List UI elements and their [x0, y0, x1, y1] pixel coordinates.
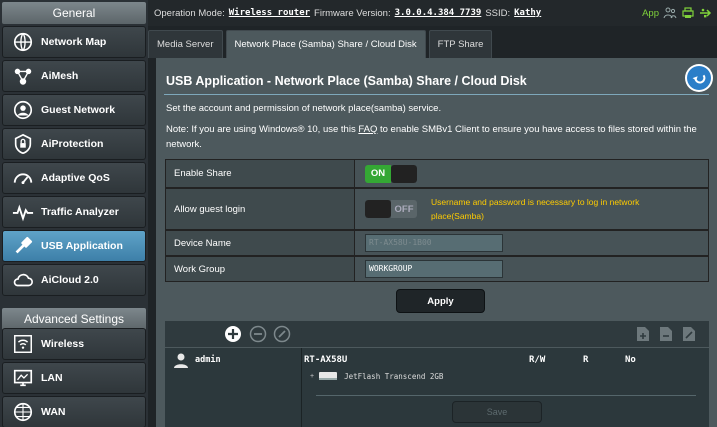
op-mode-link[interactable]: Wireless router	[229, 8, 310, 18]
drive-icon	[319, 372, 338, 380]
sidebar-item-label: Adaptive QoS	[41, 172, 110, 184]
sidebar-item-label: WAN	[41, 406, 66, 418]
network-map-icon	[11, 30, 35, 54]
app-link[interactable]: App	[642, 8, 659, 19]
enable-share-toggle[interactable]: ON	[365, 164, 417, 183]
sidebar-item-network-map[interactable]: Network Map	[2, 26, 146, 58]
drive-tree-item[interactable]: + JetFlash Transcend 2GB	[310, 370, 443, 382]
tab-ftp-share[interactable]: FTP Share	[428, 30, 493, 58]
device-name-input[interactable]: RT-AX58U-1B00	[365, 234, 503, 252]
printer-icon[interactable]	[681, 6, 695, 20]
share-toolbar	[165, 321, 709, 347]
tab-bar: Media Server Network Place (Samba) Share…	[148, 30, 495, 58]
add-user-icon[interactable]	[224, 325, 242, 348]
op-mode-label: Operation Mode:	[154, 7, 225, 19]
sidebar-item-aiprotection[interactable]: AiProtection	[2, 128, 146, 160]
gauge-icon	[11, 166, 35, 190]
firmware-link[interactable]: 3.0.0.4.384_7739	[395, 8, 482, 18]
sidebar-item-wireless[interactable]: Wireless	[2, 328, 146, 360]
sidebar-item-label: LAN	[41, 372, 63, 384]
sidebar-item-lan[interactable]: LAN	[2, 362, 146, 394]
globe-icon	[11, 400, 35, 424]
sidebar-item-traffic-analyzer[interactable]: Traffic Analyzer	[2, 196, 146, 228]
sidebar-item-label: Guest Network	[41, 104, 116, 116]
add-folder-icon[interactable]	[635, 326, 651, 347]
ssid-link[interactable]: Kathy	[514, 8, 541, 18]
sidebar-item-label: AiMesh	[41, 70, 79, 82]
main-panel: USB Application - Network Place (Samba) …	[156, 58, 717, 427]
perm-col-r: R	[583, 355, 589, 365]
guest-login-label: Allow guest login	[166, 189, 355, 229]
usb-icon	[11, 234, 35, 258]
edit-user-icon[interactable]	[273, 325, 291, 348]
apply-button[interactable]: Apply	[396, 289, 485, 313]
user-list-item[interactable]: admin	[173, 352, 221, 368]
drive-divider	[316, 395, 696, 396]
description-text: Set the account and permission of networ…	[166, 103, 442, 114]
work-group-input[interactable]: WORKGROUP	[365, 260, 503, 278]
drive-name: JetFlash Transcend 2GB	[344, 371, 444, 381]
sidebar: General Network Map AiMesh Guest Network…	[0, 0, 148, 427]
guest-network-icon	[11, 98, 35, 122]
pulse-icon	[11, 200, 35, 224]
remove-user-icon[interactable]	[249, 325, 267, 348]
wifi-icon	[11, 332, 35, 356]
guest-login-toggle[interactable]: OFF	[365, 200, 417, 218]
sidebar-item-aimesh[interactable]: AiMesh	[2, 60, 146, 92]
sidebar-item-usb-application[interactable]: USB Application	[2, 230, 146, 262]
note-text: Note: If you are using Windows® 10, use …	[166, 124, 697, 150]
guest-login-row: Allow guest login OFF Username and passw…	[165, 188, 709, 230]
delete-folder-icon[interactable]	[658, 326, 674, 347]
user-icon	[174, 353, 188, 368]
usb-status-icon[interactable]	[699, 6, 713, 20]
device-name-row: Device Name RT-AX58U-1B00	[165, 230, 709, 256]
enable-share-label: Enable Share	[166, 160, 355, 187]
user-name: admin	[195, 355, 221, 365]
edit-folder-icon[interactable]	[681, 326, 697, 347]
sidebar-item-guest-network[interactable]: Guest Network	[2, 94, 146, 126]
device-title: RT-AX58U	[304, 355, 348, 365]
sidebar-item-label: Network Map	[41, 36, 107, 48]
guest-login-hint: Username and password is necessary to lo…	[431, 197, 640, 221]
firmware-label: Firmware Version:	[314, 7, 391, 19]
work-group-row: Work Group WORKGROUP	[165, 256, 709, 282]
save-button[interactable]: Save	[452, 401, 542, 423]
user-list: admin	[165, 348, 302, 427]
title-divider	[164, 94, 709, 95]
sidebar-item-label: Wireless	[41, 338, 85, 350]
sidebar-item-aicloud[interactable]: AiCloud 2.0	[2, 264, 146, 296]
enable-share-row: Enable Share ON	[165, 159, 709, 188]
work-group-label: Work Group	[166, 257, 355, 281]
device-name-label: Device Name	[166, 231, 355, 255]
general-section-title: General	[2, 2, 146, 24]
advanced-section-title: Advanced Settings	[2, 308, 146, 330]
users-icon[interactable]	[663, 6, 677, 20]
back-button[interactable]	[685, 64, 713, 92]
tab-media-server[interactable]: Media Server	[148, 30, 223, 58]
tab-network-place[interactable]: Network Place (Samba) Share / Cloud Disk	[225, 30, 426, 58]
top-status-bar: Operation Mode: Wireless router Firmware…	[148, 0, 717, 26]
cloud-icon	[11, 268, 35, 292]
perm-col-rw: R/W	[529, 355, 546, 365]
sidebar-item-adaptive-qos[interactable]: Adaptive QoS	[2, 162, 146, 194]
back-arrow-icon	[687, 66, 711, 90]
aimesh-icon	[11, 64, 35, 88]
lock-icon	[11, 132, 35, 156]
sidebar-item-label: AiCloud 2.0	[41, 274, 99, 286]
sidebar-item-label: Traffic Analyzer	[41, 206, 119, 218]
sidebar-item-label: USB Application	[41, 240, 123, 252]
monitor-icon	[11, 366, 35, 390]
expand-icon[interactable]: +	[310, 373, 314, 380]
faq-link[interactable]: FAQ	[358, 124, 377, 135]
ssid-label: SSID:	[485, 7, 511, 19]
page-title: USB Application - Network Place (Samba) …	[166, 74, 527, 88]
perm-col-no: No	[625, 355, 636, 365]
sidebar-item-wan[interactable]: WAN	[2, 396, 146, 427]
sidebar-item-label: AiProtection	[41, 138, 104, 150]
